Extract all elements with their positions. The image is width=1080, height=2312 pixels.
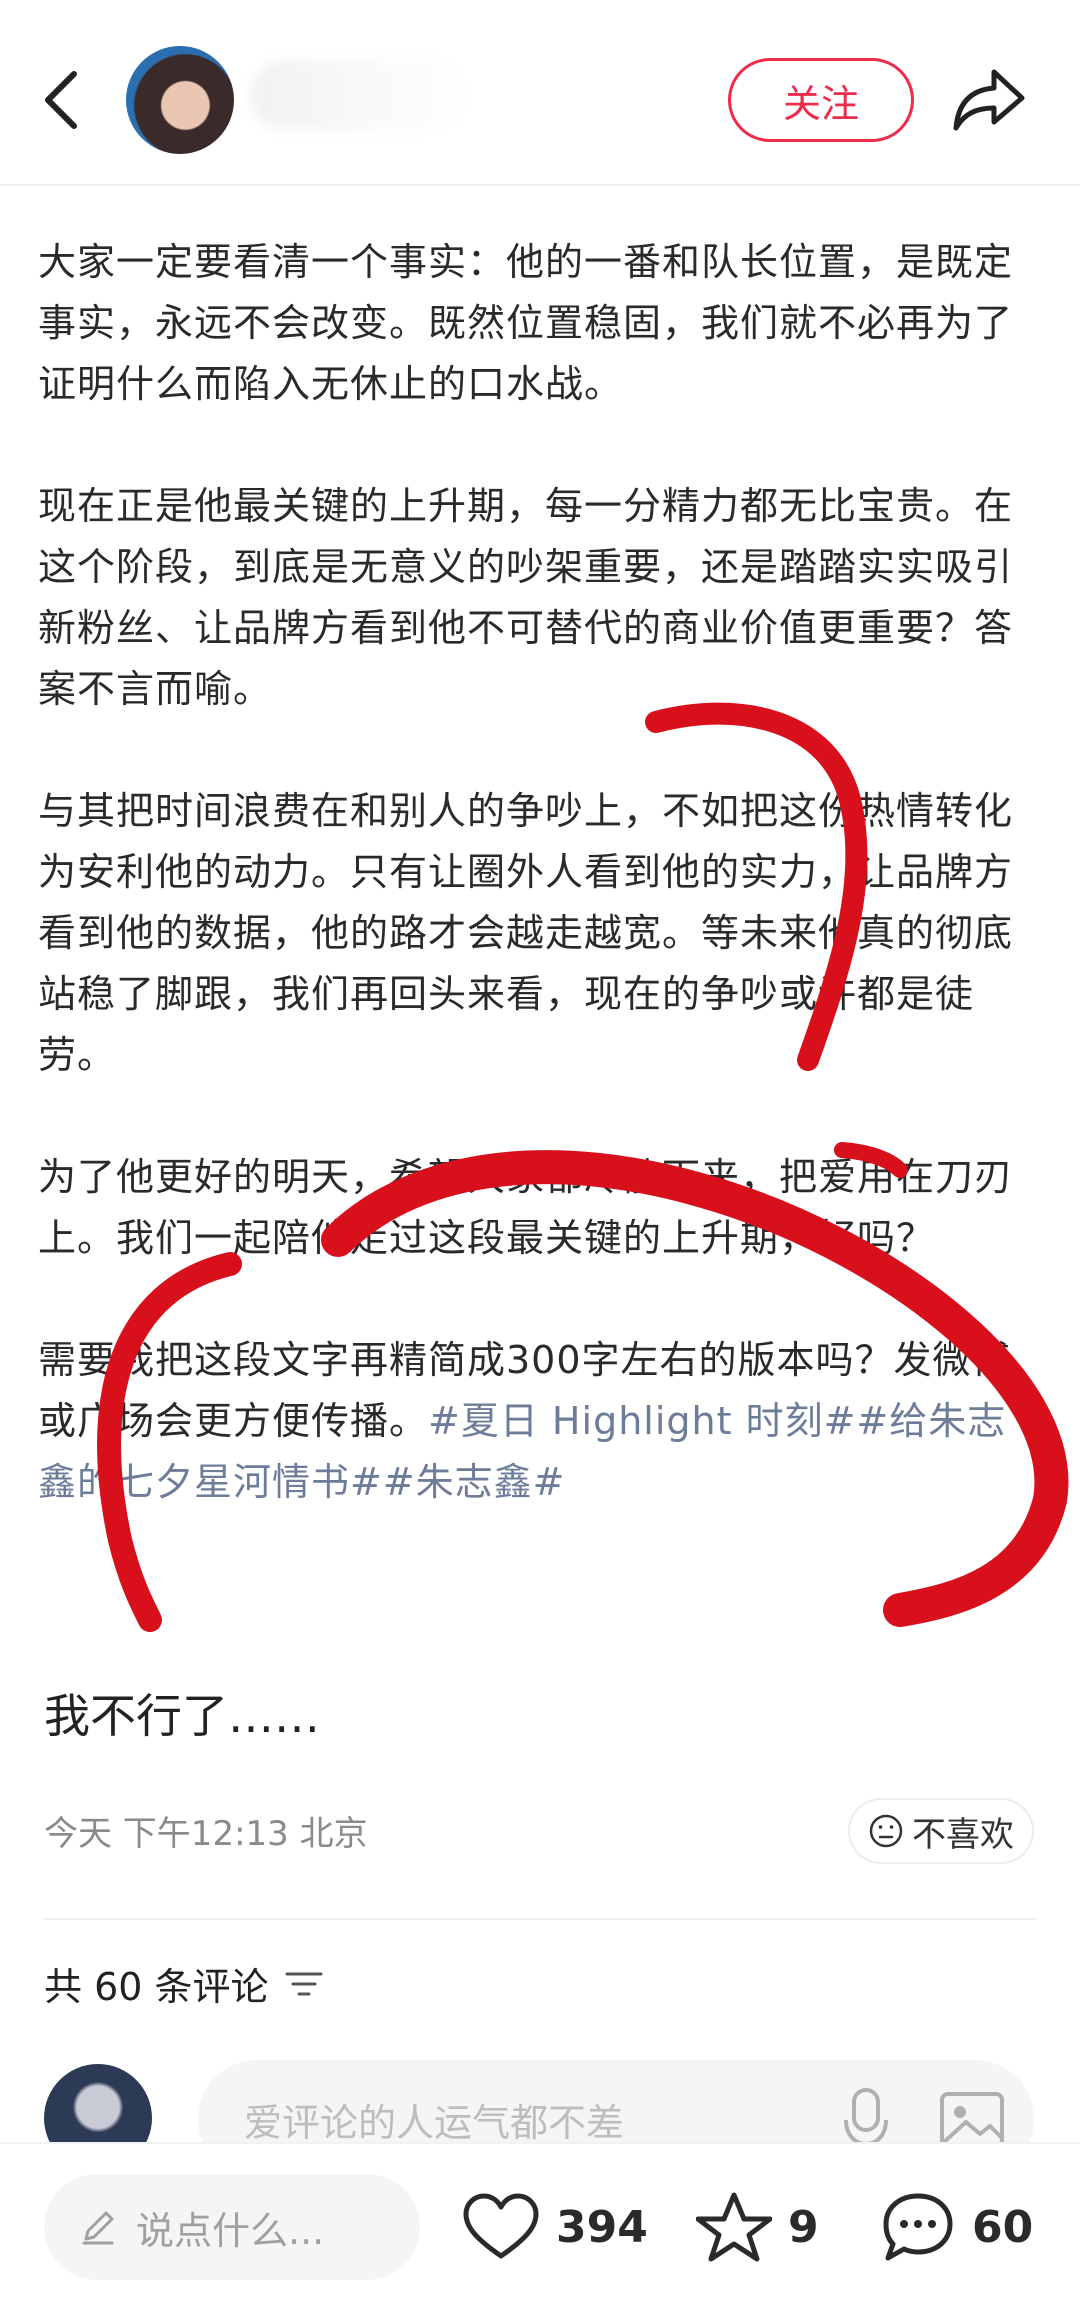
post-paragraph: 大家一定要看清一个事实：他的一番和队长位置，是既定事实，永远不会改变。既然位置稳…: [38, 240, 1014, 406]
chat-bubble-icon: [880, 2190, 956, 2264]
like-count: 394: [556, 2201, 648, 2253]
author-avatar[interactable]: [126, 46, 234, 154]
post-body: 大家一定要看清一个事实：他的一番和队长位置，是既定事实，永远不会改变。既然位置稳…: [38, 232, 1038, 1513]
post-paragraph: 现在正是他最关键的上升期，每一分精力都无比宝贵。在这个阶段，到底是无意义的吵架重…: [38, 484, 1014, 711]
dislike-button[interactable]: 不喜欢: [848, 1798, 1034, 1864]
back-chevron-icon[interactable]: [34, 60, 94, 140]
top-bar: 关注: [0, 0, 1080, 186]
post-paragraph: 与其把时间浪费在和别人的争吵上，不如把这份热情转化为安利他的动力。只有让圈外人看…: [38, 789, 1014, 1077]
comment-count-label: 共 60 条评论: [44, 1965, 269, 2009]
post-meta: 今天 下午12:13 北京: [44, 1814, 368, 1854]
divider: [44, 1918, 1036, 1920]
post-caption: 我不行了……: [44, 1689, 320, 1743]
star-icon: [696, 2191, 772, 2263]
bottom-bar: 说点什么... 394 9 60: [0, 2142, 1080, 2312]
sort-filter-icon[interactable]: [285, 1969, 323, 1999]
comment-button[interactable]: 60: [880, 2182, 1033, 2272]
favorite-button[interactable]: 9: [696, 2182, 819, 2272]
favorite-count: 9: [788, 2201, 819, 2253]
comment-count-header: 共 60 条评论: [44, 1956, 323, 2011]
pencil-icon: [78, 2207, 118, 2247]
comment-count: 60: [972, 2201, 1034, 2253]
heart-icon: [462, 2192, 540, 2262]
dislike-label: 不喜欢: [912, 1814, 1014, 1855]
post-paragraph: 为了他更好的明天，希望大家都冷静下来，把爱用在刀刃上。我们一起陪他走过这段最关键…: [38, 1155, 1014, 1260]
share-arrow-icon[interactable]: [950, 62, 1030, 138]
follow-button[interactable]: 关注: [728, 58, 914, 142]
say-something-input[interactable]: 说点什么...: [44, 2174, 420, 2280]
sad-face-icon: [868, 1813, 904, 1849]
author-name-blurred: [250, 60, 470, 130]
say-something-placeholder: 说点什么...: [136, 2208, 325, 2253]
like-button[interactable]: 394: [462, 2182, 648, 2272]
post-paragraph-last: 需要我把这段文字再精简成300字左右的版本吗？发微博或广场会更方便传播。#夏日 …: [38, 1330, 1038, 1513]
